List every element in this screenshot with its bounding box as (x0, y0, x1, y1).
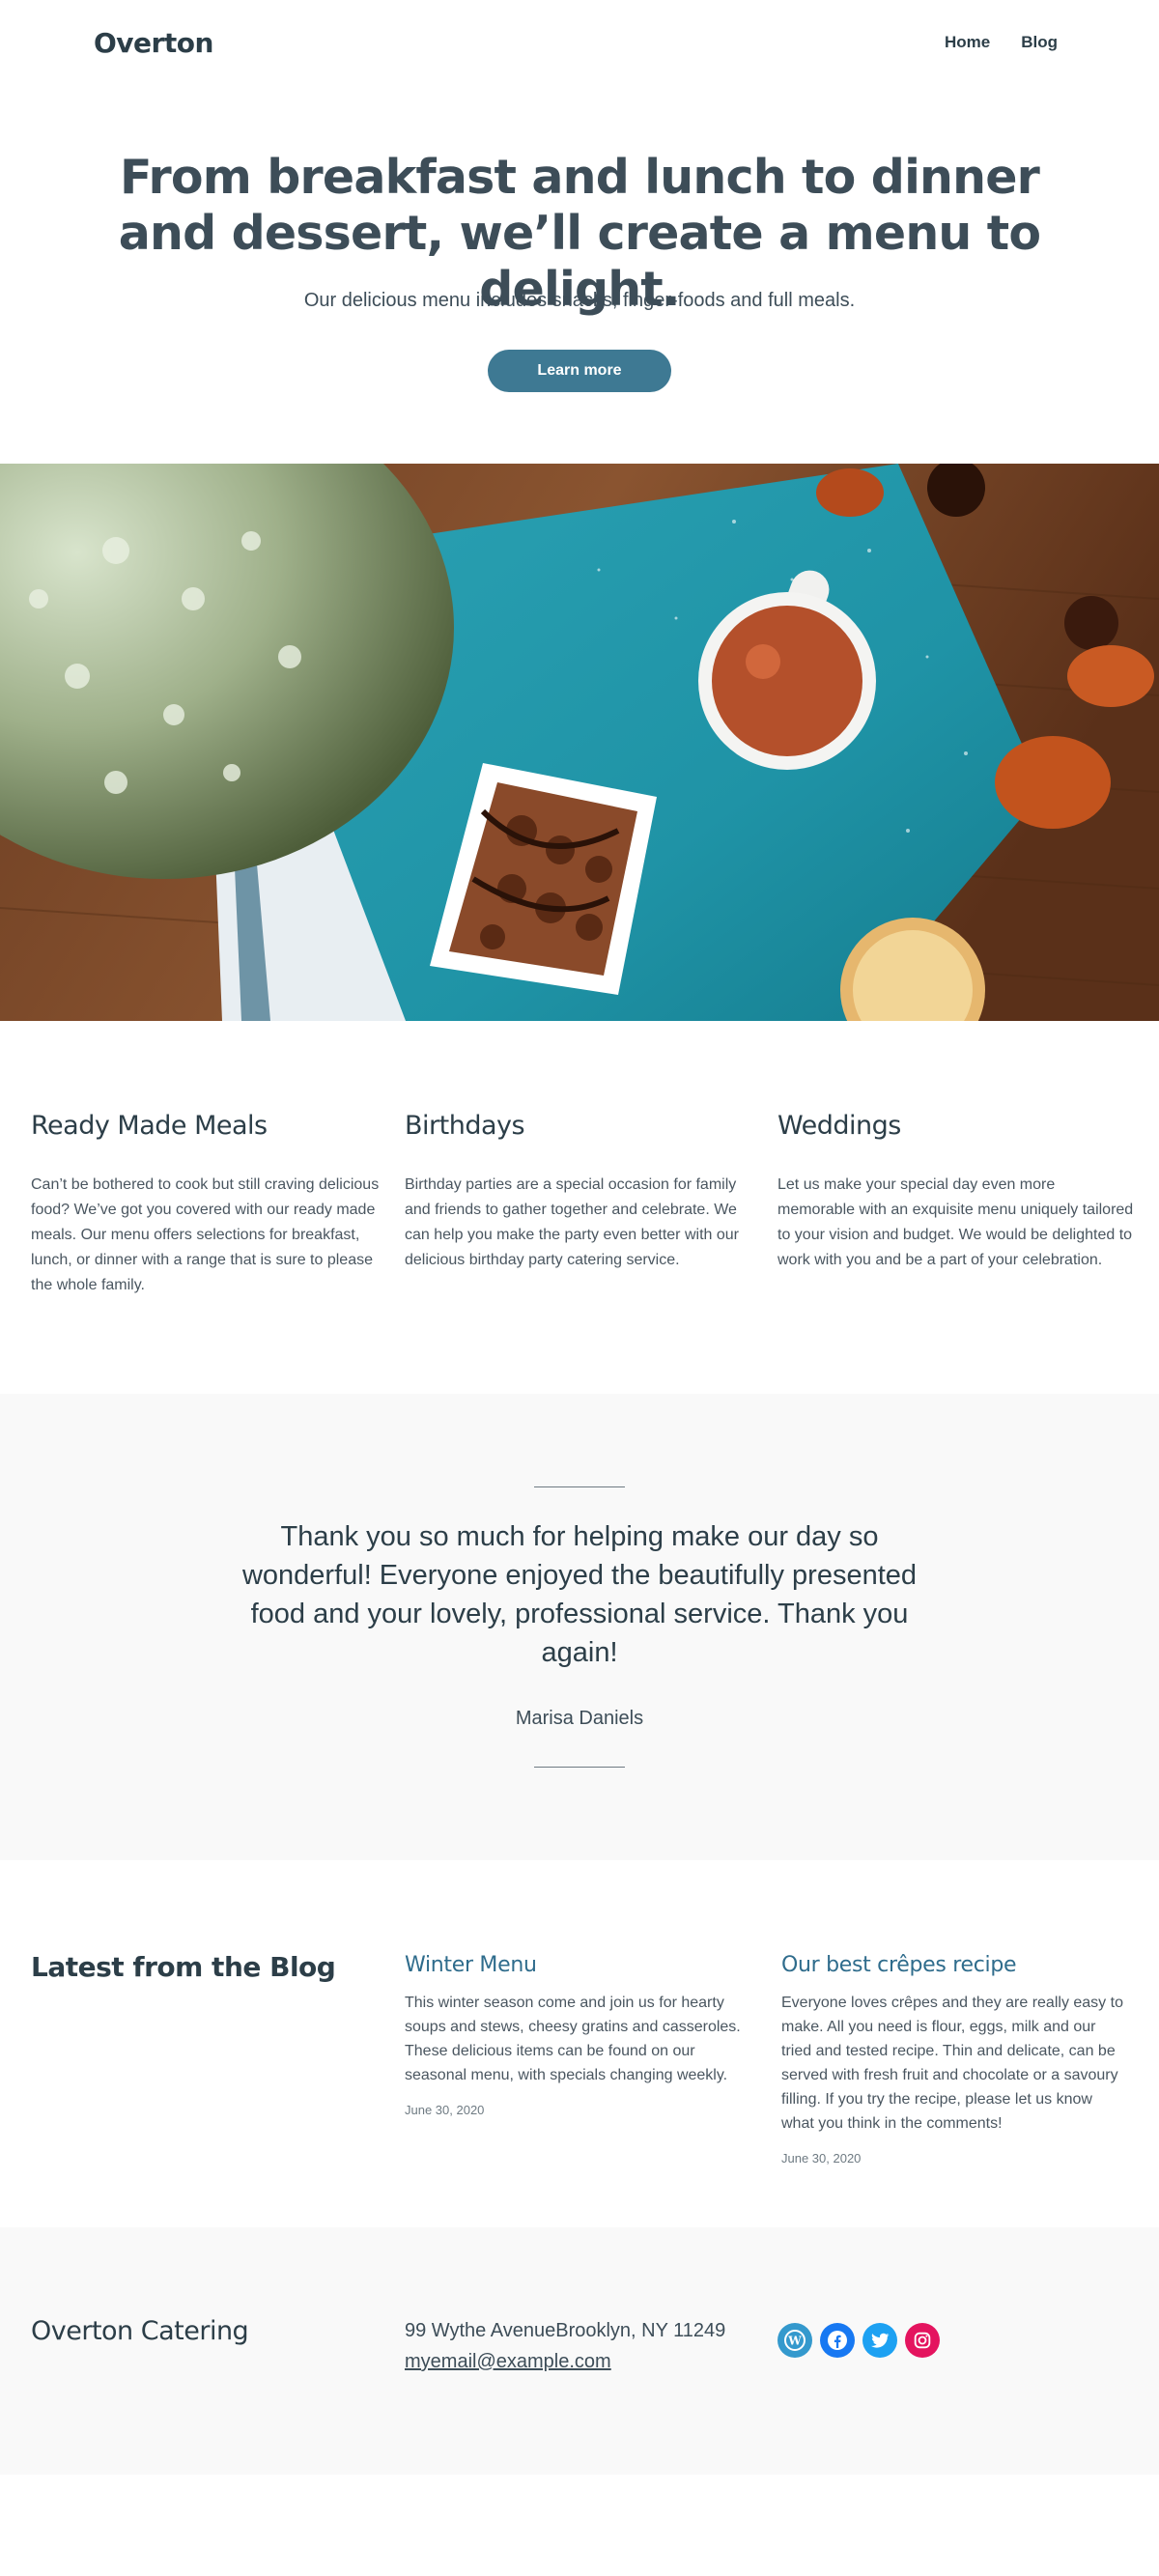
blog-post: Winter Menu This winter season come and … (405, 1953, 752, 2117)
footer-address: 99 Wythe AvenueBrooklyn, NY 11249 (405, 2320, 726, 2341)
service-text: Can’t be bothered to cook but still crav… (31, 1176, 380, 1293)
service-weddings: Weddings Let us make your special day ev… (777, 1111, 1135, 1273)
testimonial-section: Thank you so much for helping make our d… (0, 1394, 1159, 1860)
footer-title: Overton Catering (31, 2316, 249, 2346)
nav-blog-link[interactable]: Blog (1021, 33, 1058, 52)
divider-top (534, 1486, 625, 1487)
service-title: Weddings (777, 1111, 901, 1141)
social-links: W (777, 2323, 940, 2358)
service-ready-made-meals: Ready Made Meals Can’t be bothered to co… (31, 1111, 388, 1298)
site-header: Overton Home Blog (0, 0, 1159, 89)
blog-post: Our best crêpes recipe Everyone loves cr… (781, 1953, 1129, 2166)
post-excerpt: Everyone loves crêpes and they are reall… (781, 1995, 1123, 2132)
nav-home-link[interactable]: Home (945, 33, 990, 52)
divider-bottom (534, 1767, 625, 1768)
wordpress-icon[interactable]: W (777, 2323, 812, 2358)
post-date: June 30, 2020 (405, 2103, 485, 2117)
main-nav: Home Blog (945, 33, 1058, 52)
service-title: Ready Made Meals (31, 1111, 268, 1141)
blog-heading: Latest from the Blog (31, 1951, 336, 1983)
hero-subtitle: Our delicious menu includes snacks, fing… (303, 290, 856, 311)
facebook-icon[interactable] (820, 2323, 855, 2358)
post-title-link[interactable]: Our best crêpes recipe (781, 1953, 1129, 1977)
footer-email-link[interactable]: myemail@example.com (405, 2351, 611, 2373)
learn-more-button[interactable]: Learn more (488, 350, 671, 392)
post-excerpt: This winter season come and join us for … (405, 1995, 741, 2083)
service-text: Let us make your special day even more m… (777, 1176, 1134, 1268)
service-text: Birthday parties are a special occasion … (405, 1176, 739, 1268)
service-title: Birthdays (405, 1111, 525, 1141)
twitter-icon[interactable] (862, 2323, 897, 2358)
instagram-icon[interactable] (905, 2323, 940, 2358)
testimonial-author: Marisa Daniels (515, 1708, 644, 1729)
post-title-link[interactable]: Winter Menu (405, 1953, 752, 1977)
testimonial-quote: Thank you so much for helping make our d… (241, 1521, 918, 1668)
service-birthdays: Birthdays Birthday parties are a special… (405, 1111, 762, 1273)
hero-food-image (0, 464, 1159, 1021)
site-title[interactable]: Overton (94, 27, 213, 59)
site-footer: Overton Catering 99 Wythe AvenueBrooklyn… (0, 2227, 1159, 2475)
svg-text:W: W (787, 2335, 802, 2348)
post-date: June 30, 2020 (781, 2151, 862, 2166)
